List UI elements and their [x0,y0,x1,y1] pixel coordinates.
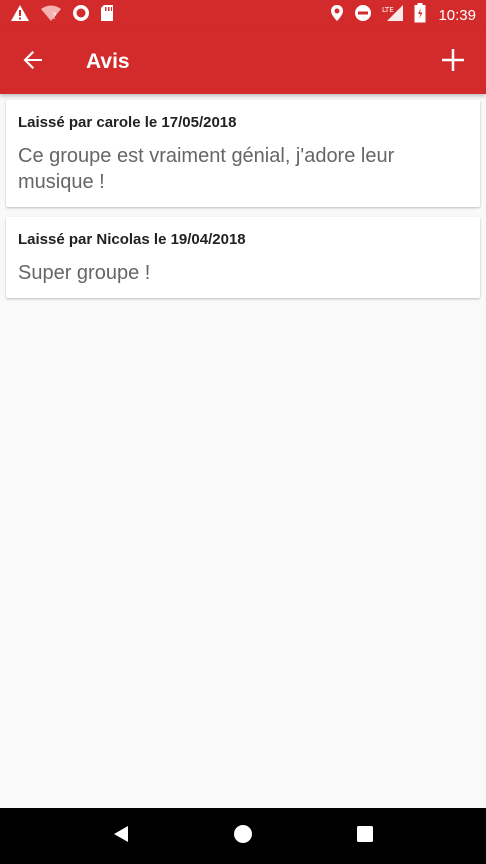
review-author-date: Laissé par carole le 17/05/2018 [18,114,237,131]
page-title: Avis [86,50,130,73]
status-right: LTE 10:39 [330,2,476,28]
status-time: 10:39 [438,6,476,24]
battery-icon [414,2,426,28]
do-not-disturb-icon [354,4,372,27]
recents-square-icon [356,825,374,848]
home-circle-icon [233,824,253,849]
review-card[interactable]: Laissé par carole le 17/05/2018 Ce group… [6,100,480,207]
review-card[interactable]: Laissé par Nicolas le 19/04/2018 Super g… [6,217,480,298]
app-bar: Avis [0,30,486,94]
warning-icon [10,4,30,27]
status-left: ? [10,4,114,27]
reviews-list[interactable]: Laissé par carole le 17/05/2018 Ce group… [0,94,486,808]
lte-signal-icon: LTE [382,4,404,27]
status-bar: ? LTE 10:39 [0,0,486,30]
lte-label: LTE [382,6,394,14]
back-button[interactable] [0,30,66,94]
arrow-back-icon [22,49,44,76]
nav-recents-button[interactable] [340,811,390,861]
nav-home-button[interactable] [218,811,268,861]
nav-back-button[interactable] [96,811,146,861]
svg-text:?: ? [52,12,57,22]
wifi-question-icon: ? [40,4,62,27]
system-nav-bar [0,808,486,864]
back-triangle-icon [111,824,131,849]
review-author-date: Laissé par Nicolas le 19/04/2018 [18,231,246,248]
review-text: Super groupe ! [18,262,151,284]
location-icon [330,4,344,27]
review-text: Ce groupe est vraiment génial, j'adore l… [18,145,395,193]
plus-icon [441,48,465,77]
sd-card-icon [100,4,114,27]
record-icon [72,4,90,27]
add-review-button[interactable] [420,30,486,94]
